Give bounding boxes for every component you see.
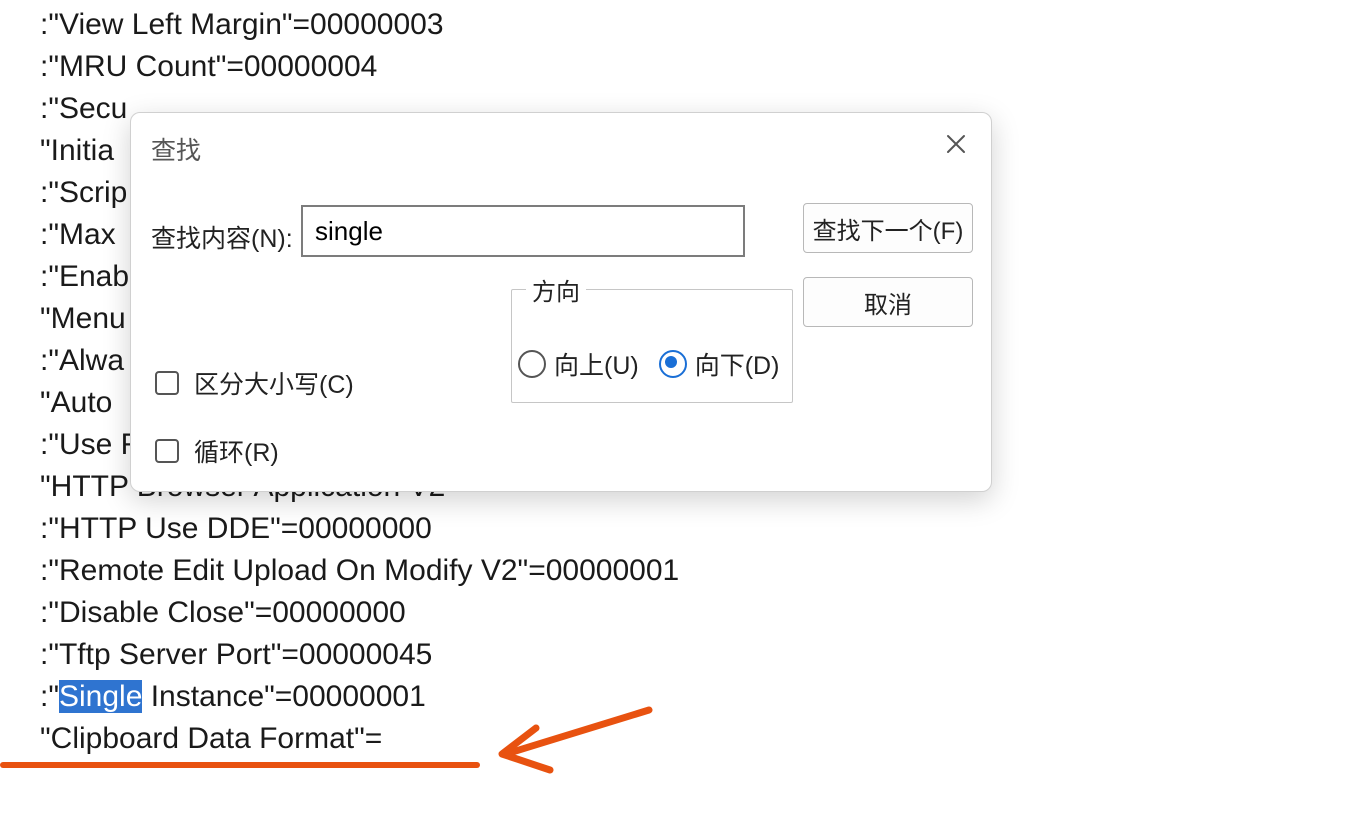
wrap-checkbox[interactable]: 循环(R) — [151, 433, 279, 469]
close-icon — [945, 133, 967, 155]
match-case-checkbox[interactable]: 区分大小写(C) — [151, 365, 354, 401]
match-case-checkbox-input[interactable] — [155, 371, 179, 395]
text-line: :"Tftp Server Port"=00000045 — [40, 634, 940, 676]
radio-icon — [518, 350, 546, 378]
match-case-label: 区分大小写(C) — [194, 365, 354, 401]
direction-legend: 方向 — [526, 272, 586, 307]
find-dialog: 查找 查找内容(N): 查找下一个(F) 取消 区分大小写(C) 循环(R) 方… — [130, 112, 992, 492]
find-dialog-title: 查找 — [151, 131, 201, 167]
annotation-underline — [0, 762, 480, 768]
radio-icon — [659, 350, 687, 378]
direction-radios: 向上(U) 向下(D) — [518, 346, 779, 382]
direction-down-radio[interactable]: 向下(D) — [659, 346, 780, 382]
text-line: :"HTTP Use DDE"=00000000 — [40, 508, 940, 550]
direction-up-radio[interactable]: 向上(U) — [518, 346, 639, 382]
text-rest: Instance"=00000001 — [142, 680, 425, 713]
direction-group: 方向 向上(U) 向下(D) — [511, 289, 793, 403]
text-line-highlighted: :"Single Instance"=00000001 — [40, 676, 940, 718]
find-input[interactable] — [301, 205, 745, 257]
direction-down-label: 向下(D) — [695, 346, 780, 382]
text-line: :"Remote Edit Upload On Modify V2"=00000… — [40, 550, 940, 592]
find-content-label: 查找内容(N): — [151, 219, 293, 255]
search-highlight: Single — [59, 680, 142, 713]
cancel-button[interactable]: 取消 — [803, 277, 973, 327]
direction-up-label: 向上(U) — [554, 346, 639, 382]
text-line: :"MRU Count"=00000004 — [40, 46, 940, 88]
text-prefix: :" — [40, 680, 59, 713]
close-button[interactable] — [935, 123, 977, 165]
text-line: :"Disable Close"=00000000 — [40, 592, 940, 634]
wrap-label: 循环(R) — [194, 433, 279, 469]
text-line: :"View Left Margin"=00000003 — [40, 4, 940, 46]
text-line: "Clipboard Data Format"= — [40, 718, 940, 760]
wrap-checkbox-input[interactable] — [155, 439, 179, 463]
find-next-button[interactable]: 查找下一个(F) — [803, 203, 973, 253]
